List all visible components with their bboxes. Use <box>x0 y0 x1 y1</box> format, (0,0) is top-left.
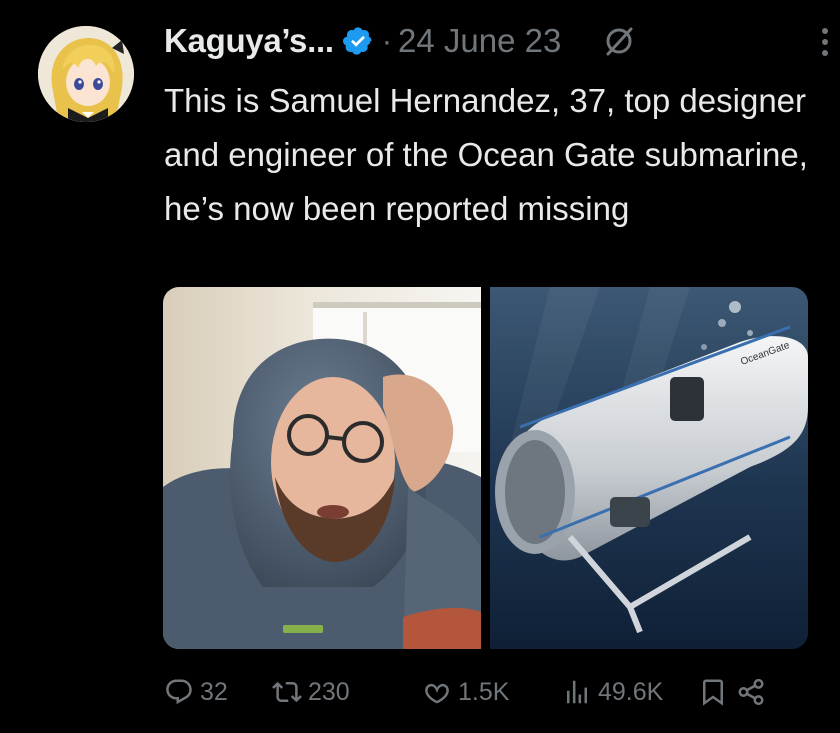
share-icon <box>738 678 764 706</box>
like-button[interactable]: 1.5K <box>422 677 562 707</box>
tweet-date[interactable]: 24 June 23 <box>398 22 561 60</box>
repost-icon <box>272 681 302 703</box>
media-grid: OceanGate <box>163 287 808 649</box>
action-bar: 32 230 1.5K 49.6K <box>164 672 804 712</box>
grok-icon[interactable] <box>601 23 637 59</box>
repost-count: 230 <box>308 677 350 706</box>
media-image-submarine[interactable]: OceanGate <box>490 287 808 649</box>
tweet-text: This is Samuel Hernandez, 37, top design… <box>164 82 818 227</box>
media-image-man[interactable] <box>163 287 481 649</box>
reply-button[interactable]: 32 <box>164 677 272 707</box>
bookmark-button[interactable] <box>698 677 736 707</box>
reply-count: 32 <box>200 677 228 706</box>
share-button[interactable] <box>736 677 766 707</box>
views-button[interactable]: 49.6K <box>562 677 698 707</box>
tweet-header: Kaguya’s... · 24 June 23 <box>164 18 828 64</box>
avatar[interactable] <box>38 26 134 122</box>
views-icon <box>567 680 587 704</box>
more-options-icon[interactable] <box>818 24 832 60</box>
avatar-image <box>38 26 134 122</box>
verified-badge-icon <box>342 25 374 57</box>
reply-icon <box>166 679 192 705</box>
views-count: 49.6K <box>598 677 664 706</box>
bookmark-icon <box>703 679 723 706</box>
photo-man-in-hoodie-icon <box>163 287 481 649</box>
like-count: 1.5K <box>458 677 510 706</box>
author-name[interactable]: Kaguya’s... <box>164 22 334 60</box>
like-icon <box>425 683 449 704</box>
separator-dot: · <box>381 23 393 58</box>
photo-submarine-underwater-icon: OceanGate <box>490 287 808 649</box>
repost-button[interactable]: 230 <box>272 677 422 707</box>
